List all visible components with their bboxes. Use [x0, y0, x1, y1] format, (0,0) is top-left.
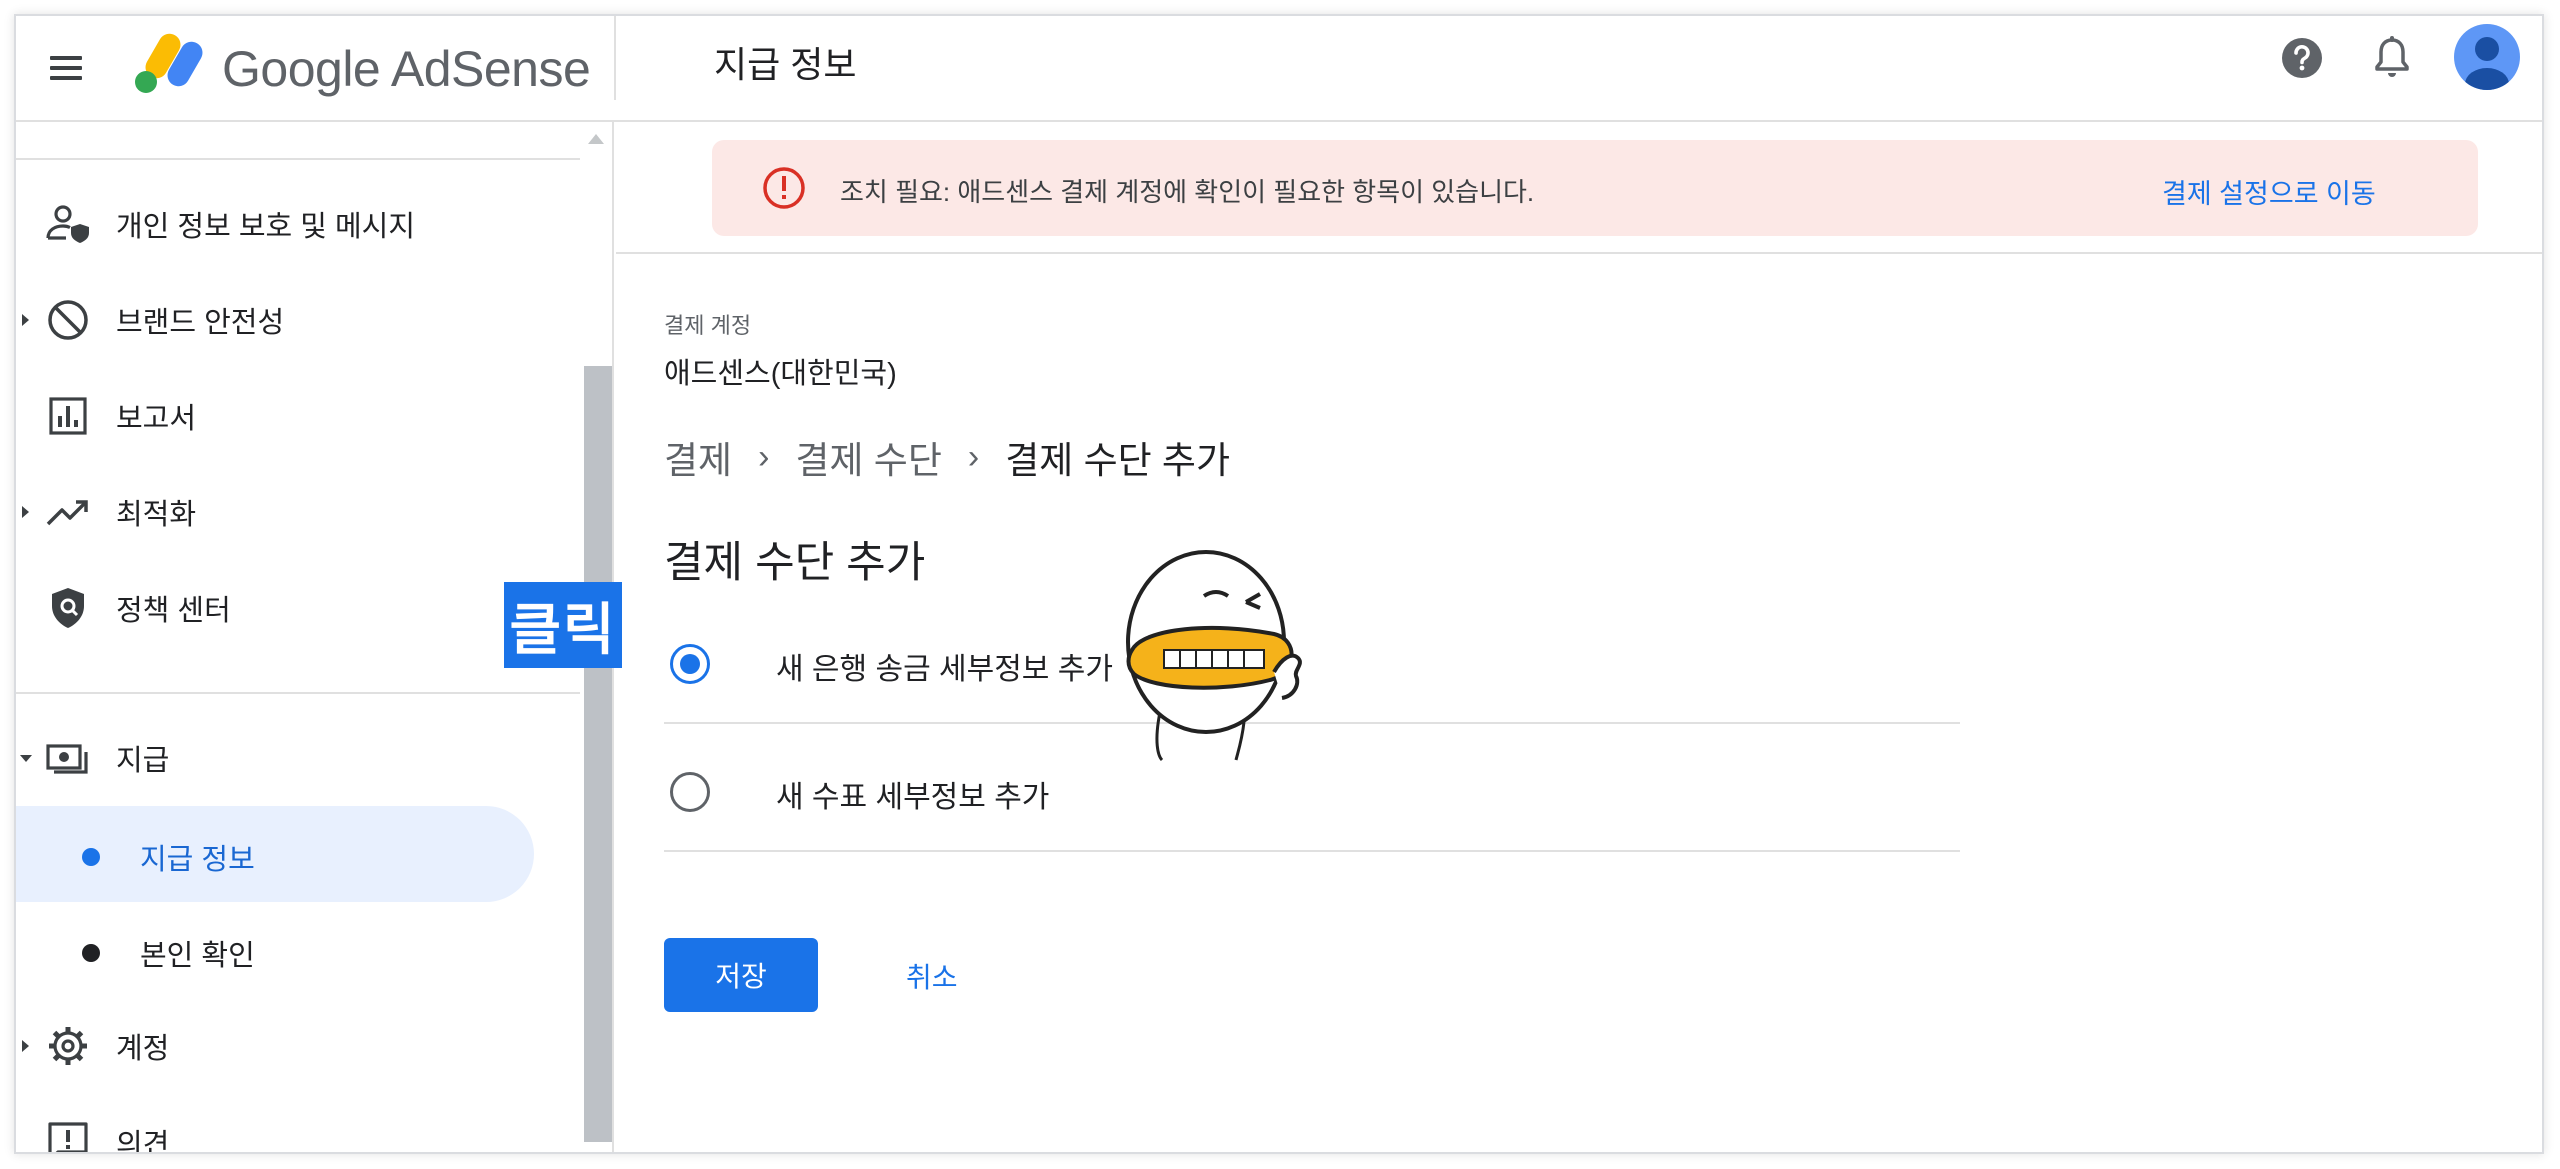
shield-icon [52, 588, 84, 628]
sidebar-divider [16, 692, 580, 694]
sidebar-item-optimization[interactable]: 최적화 [16, 464, 550, 560]
sidebar-item-policy-center[interactable]: 정책 센터 [16, 560, 550, 656]
person-icon [2465, 37, 2509, 90]
header-divider [614, 16, 616, 100]
gear-icon [49, 1027, 87, 1065]
radio-button-selected[interactable] [670, 644, 710, 684]
action-required-alert: 조치 필요: 애드센스 결제 계정에 확인이 필요한 항목이 있습니다. 결제 … [712, 140, 2478, 236]
trending-up-icon [46, 500, 88, 526]
adsense-logo-icon [135, 33, 203, 93]
breadcrumb-payments[interactable]: 결제 [664, 430, 732, 484]
duck-sticker-icon [1126, 550, 1302, 762]
bar-chart-icon [49, 397, 87, 435]
click-annotation-label: 클릭 [504, 582, 622, 668]
expand-caret-icon[interactable] [22, 314, 29, 326]
error-icon [763, 167, 805, 209]
avatar[interactable] [2454, 24, 2520, 90]
expand-caret-icon[interactable] [22, 506, 29, 518]
payment-account-label: 결제 계정 [664, 313, 752, 338]
app-window: Google AdSense 지급 정보 개인 정보 보호 및 메시지 브랜드 … [14, 14, 2544, 1154]
go-to-payment-settings-link[interactable]: 결제 설정으로 이동 [2162, 172, 2376, 211]
sidebar-item-label: 계정 [116, 1033, 170, 1065]
block-icon [48, 300, 88, 340]
sidebar-item-feedback[interactable]: 의견 [16, 1094, 550, 1154]
bullet-icon [82, 848, 100, 866]
chevron-right-icon: › [967, 437, 980, 476]
sidebar-subitem-payment-info[interactable]: 지급 정보 [16, 806, 534, 902]
alert-message: 조치 필요: 애드센스 결제 계정에 확인이 필요한 항목이 있습니다. [840, 177, 1535, 207]
expand-caret-icon[interactable] [22, 1040, 29, 1052]
feedback-icon [48, 1122, 88, 1152]
radio-button[interactable] [670, 772, 710, 812]
sidebar-scrollbar[interactable] [584, 366, 612, 1142]
brand-name: Google AdSense [222, 41, 591, 97]
sidebar-item-label: 최적화 [116, 499, 197, 531]
section-title: 결제 수단 추가 [664, 539, 926, 587]
sidebar-item-label: 개인 정보 보호 및 메시지 [116, 211, 416, 243]
breadcrumb-current: 결제 수단 추가 [1005, 440, 1231, 481]
payment-account-value: 애드센스(대한민국) [664, 358, 897, 390]
help-icon[interactable] [2280, 36, 2324, 80]
content-divider [616, 252, 2542, 254]
privacy-messaging-icon [46, 205, 89, 243]
breadcrumb: 결제 › 결제 수단 › 결제 수단 추가 [664, 430, 1230, 484]
page-title: 지급 정보 [714, 44, 857, 85]
sidebar-subitem-label: 본인 확인 [140, 940, 255, 972]
sidebar-item-reports[interactable]: 보고서 [16, 368, 550, 464]
chevron-right-icon: › [758, 437, 770, 476]
sidebar-item-privacy[interactable]: 개인 정보 보호 및 메시지 [16, 176, 550, 272]
sidebar-item-payments[interactable]: 지급 [16, 710, 550, 806]
save-button[interactable]: 저장 [664, 938, 818, 1012]
breadcrumb-payment-methods[interactable]: 결제 수단 [795, 430, 941, 484]
collapse-caret-icon[interactable] [20, 754, 32, 762]
sidebar-subitem-verification[interactable]: 본인 확인 [16, 902, 534, 998]
sidebar-item-label: 정책 센터 [116, 595, 231, 627]
sidebar-item-label: 의견 [116, 1129, 170, 1154]
option-label: 새 수표 세부정보 추가 [776, 781, 1050, 814]
sidebar-item-label: 지급 [116, 745, 170, 777]
sidebar-item-label: 브랜드 안전성 [116, 307, 285, 339]
payments-icon [46, 744, 88, 774]
sidebar-subitem-label: 지급 정보 [140, 844, 255, 876]
option-label: 새 은행 송금 세부정보 추가 [776, 653, 1113, 686]
sidebar-item-account[interactable]: 계정 [16, 998, 550, 1094]
cancel-button[interactable]: 취소 [906, 956, 958, 996]
sidebar-item-brand-safety[interactable]: 브랜드 안전성 [16, 272, 550, 368]
top-app-bar: Google AdSense 지급 정보 [16, 16, 2542, 122]
scroll-up-arrow-icon[interactable] [588, 134, 604, 144]
sidebar-item-label: 보고서 [116, 403, 197, 435]
bullet-icon [82, 944, 100, 962]
menu-icon[interactable] [44, 46, 88, 90]
sidebar-top-divider [16, 158, 580, 160]
bell-icon[interactable] [2370, 34, 2414, 82]
